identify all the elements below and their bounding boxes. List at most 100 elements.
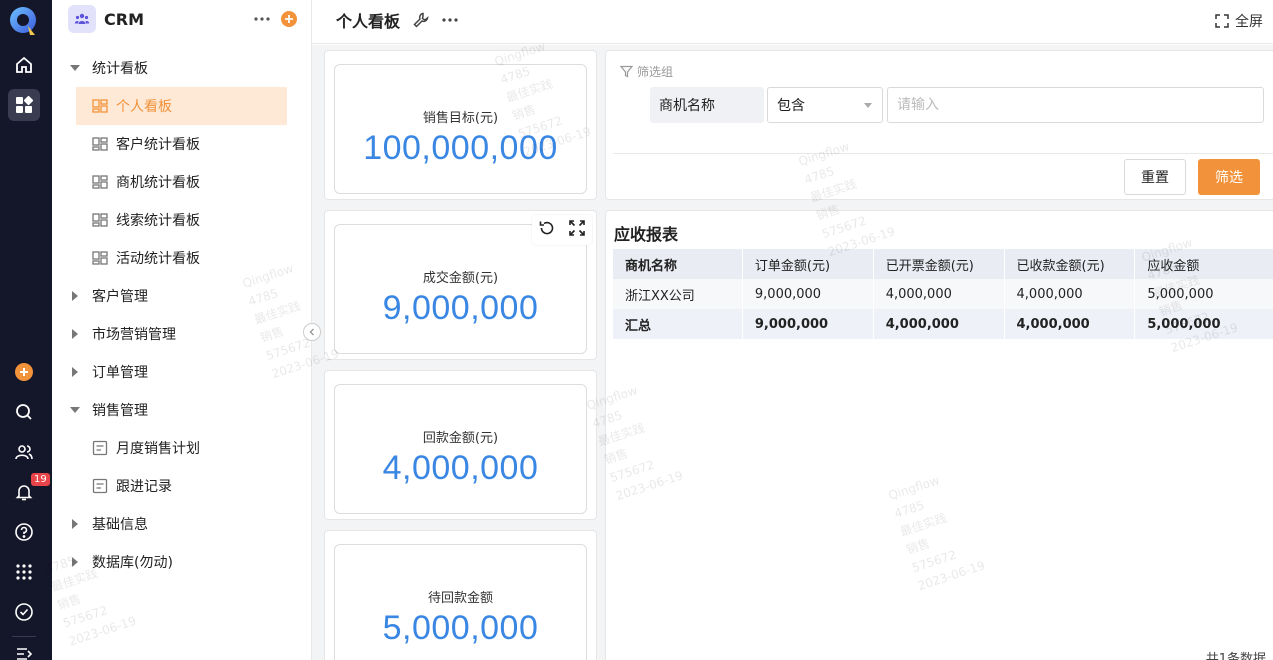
workspace-grid-icon[interactable] (8, 89, 40, 121)
app-more-icon[interactable] (252, 9, 272, 29)
table-header-row: 商机名称 订单金额(元) 已开票金额(元) 已收款金额(元) 应收金额 (613, 249, 1273, 279)
nav-item-customer-dashboard[interactable]: 客户统计看板 (52, 125, 311, 163)
kpi-panel-payment-received: 回款金额(元) 4,000,000 (324, 370, 597, 520)
home-icon[interactable] (12, 53, 36, 77)
kpi-card: 待回款金额 5,000,000 (334, 544, 587, 660)
app-name: CRM (104, 9, 144, 29)
receivables-report-panel: 应收报表 商机名称 订单金额(元) 已开票金额(元) 已收款金额(元) 应收金额… (605, 210, 1273, 660)
filter-operator-select[interactable]: 包含 (767, 87, 883, 123)
caret-down-icon (70, 63, 80, 73)
dashboard-icon (92, 136, 108, 152)
kpi-label: 销售目标(元) (422, 111, 499, 126)
kpi-label: 回款金额(元) (422, 431, 499, 446)
nav-item-opportunity-dashboard[interactable]: 商机统计看板 (52, 163, 311, 201)
nav-item-lead-dashboard[interactable]: 线索统计看板 (52, 201, 311, 239)
fullscreen-icon (1215, 14, 1229, 28)
dashboard-canvas: 销售目标(元) 100,000,000 成交金额(元) 9,000,000 回款… (312, 45, 1273, 660)
nav-group-orders[interactable]: 订单管理 (52, 353, 311, 391)
kpi-value: 5,000,000 (382, 609, 539, 647)
form-list-icon (92, 478, 108, 494)
filter-value-input[interactable] (887, 87, 1264, 123)
table-cell: 4,000,000 (1004, 309, 1136, 339)
nav-item-monthly-sales-plan[interactable]: 月度销售计划 (52, 429, 311, 467)
table-cell: 浙江XX公司 (613, 279, 743, 309)
collapse-sidebar-button[interactable] (303, 323, 321, 341)
record-count: 共1条数据 (1205, 652, 1266, 660)
column-header[interactable]: 已收款金额(元) (1004, 249, 1136, 279)
side-navigation: CRM 统计看板 个人看板 客户统计看板 商机统计看板 线索统计看板 活动统计看… (52, 0, 312, 660)
nav-group-database[interactable]: 数据库(勿动) (52, 543, 311, 581)
nav-group-sales[interactable]: 销售管理 (52, 391, 311, 429)
table-cell: 4,000,000 (1004, 279, 1136, 309)
table-cell: 4,000,000 (873, 309, 1005, 339)
help-icon[interactable] (12, 520, 36, 544)
refresh-icon[interactable] (538, 219, 556, 241)
dashboard-icon (92, 98, 108, 114)
notification-badge: 19 (31, 473, 50, 486)
contacts-icon[interactable] (12, 440, 36, 464)
receivables-table: 商机名称 订单金额(元) 已开票金额(元) 已收款金额(元) 应收金额 浙江XX… (613, 249, 1273, 339)
kpi-label: 成交金额(元) (422, 271, 499, 286)
nav-group-marketing[interactable]: 市场营销管理 (52, 315, 311, 353)
kpi-label: 待回款金额 (427, 591, 493, 606)
caret-right-icon (70, 291, 80, 301)
filter-panel: 筛选组 商机名称 包含 重置 筛选 (605, 50, 1273, 200)
nav-group-basic-info[interactable]: 基础信息 (52, 505, 311, 543)
fullscreen-label: 全屏 (1235, 14, 1263, 30)
kpi-card: 销售目标(元) 100,000,000 (334, 64, 587, 194)
column-header[interactable]: 商机名称 (613, 249, 743, 279)
nav-item-personal-dashboard[interactable]: 个人看板 (76, 87, 287, 125)
create-plus-icon[interactable] (12, 360, 36, 384)
dashboard-icon (92, 174, 108, 190)
kpi-panel-sales-target: 销售目标(元) 100,000,000 (324, 50, 597, 200)
kpi-value: 4,000,000 (382, 449, 539, 487)
app-header: CRM (68, 5, 144, 33)
dashboard-icon (92, 250, 108, 266)
filter-divider (613, 153, 1273, 154)
add-item-icon[interactable] (281, 11, 297, 27)
kpi-value: 9,000,000 (382, 289, 539, 327)
column-header[interactable]: 已开票金额(元) (873, 249, 1005, 279)
dropdown-arrow-icon (864, 103, 872, 108)
table-cell: 汇总 (613, 309, 743, 339)
table-row[interactable]: 浙江XX公司 9,000,000 4,000,000 4,000,000 5,0… (613, 279, 1273, 309)
page-title: 个人看板 (336, 12, 401, 31)
page-header: 个人看板 全屏 (312, 0, 1273, 44)
dashboard-icon (92, 212, 108, 228)
nav-item-follow-up-records[interactable]: 跟进记录 (52, 467, 311, 505)
filter-field-label: 商机名称 (650, 87, 764, 123)
filter-submit-button[interactable]: 筛选 (1198, 159, 1260, 195)
caret-right-icon (70, 329, 80, 339)
kpi-toolbar (532, 215, 592, 245)
tasks-check-icon[interactable] (12, 600, 36, 624)
search-icon[interactable] (12, 400, 36, 424)
caret-right-icon (70, 557, 80, 567)
qingflow-logo-icon[interactable] (8, 4, 40, 38)
apps-grid-icon[interactable] (12, 560, 36, 584)
column-header[interactable]: 应收金额 (1134, 249, 1273, 279)
fullscreen-button[interactable]: 全屏 (1215, 11, 1263, 31)
expand-menu-icon[interactable] (12, 642, 36, 660)
wrench-settings-icon[interactable] (412, 11, 430, 29)
kpi-panel-deal-amount: 成交金额(元) 9,000,000 (324, 210, 597, 360)
form-list-icon (92, 440, 108, 456)
table-cell: 4,000,000 (873, 279, 1005, 309)
rail-divider (12, 636, 36, 637)
table-cell: 5,000,000 (1134, 279, 1273, 309)
column-header[interactable]: 订单金额(元) (742, 249, 874, 279)
page-more-icon[interactable] (440, 11, 460, 29)
kpi-panel-pending-payment: 待回款金额 5,000,000 (324, 530, 597, 660)
filter-group-title: 筛选组 (620, 63, 673, 80)
table-cell: 9,000,000 (742, 279, 874, 309)
reset-button[interactable]: 重置 (1124, 159, 1186, 195)
kpi-value: 100,000,000 (363, 129, 558, 167)
nav-group-dashboards[interactable]: 统计看板 (52, 49, 311, 87)
table-cell: 5,000,000 (1134, 309, 1273, 339)
caret-right-icon (70, 519, 80, 529)
filter-icon (620, 65, 633, 78)
crm-app-icon (68, 5, 96, 33)
nav-group-customers[interactable]: 客户管理 (52, 277, 311, 315)
app-rail: 19 (0, 0, 52, 660)
nav-item-activity-dashboard[interactable]: 活动统计看板 (52, 239, 311, 277)
expand-icon[interactable] (568, 219, 586, 241)
